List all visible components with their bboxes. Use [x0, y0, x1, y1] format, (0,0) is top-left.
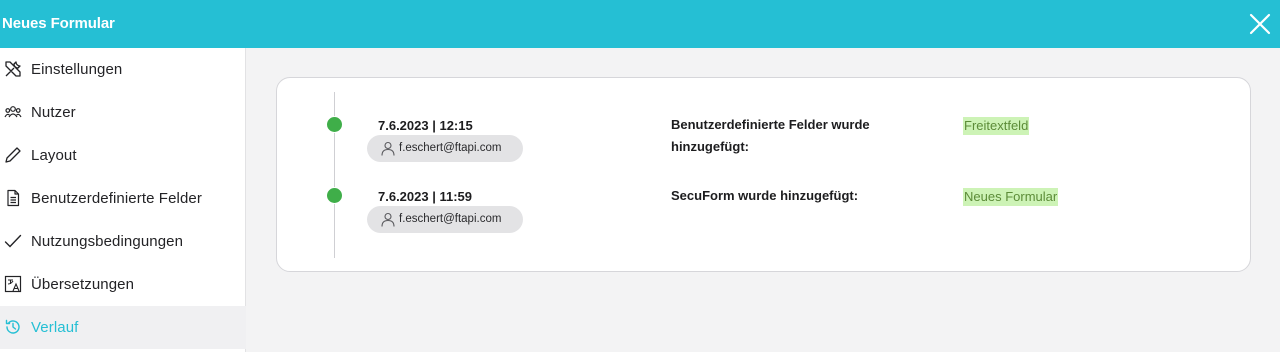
sidebar-item-label: Nutzer: [31, 104, 76, 121]
close-button[interactable]: [1246, 10, 1274, 38]
sidebar-item-layout[interactable]: Layout: [0, 134, 246, 177]
entry-action: Benutzerdefinierte Felder wurde hinzugef…: [671, 117, 870, 154]
sidebar-item-label: Übersetzungen: [31, 276, 135, 293]
sidebar-item-nutzer[interactable]: Nutzer: [0, 91, 246, 134]
checkmark-icon: [4, 234, 22, 248]
sidebar: Einstellungen Nutzer Layout Benutzerdefi…: [0, 48, 246, 352]
status-dot: [326, 187, 343, 204]
translate-icon: [4, 275, 22, 293]
document-icon: [7, 189, 20, 207]
sidebar-item-nutzungsbedingungen[interactable]: Nutzungsbedingungen: [0, 220, 246, 263]
user-icon: [381, 212, 395, 227]
users-icon: [4, 106, 22, 118]
user-badge: f.eschert@ftapi.com: [367, 206, 523, 233]
sidebar-item-uebersetzungen[interactable]: Übersetzungen: [0, 263, 246, 306]
sidebar-item-verlauf[interactable]: Verlauf: [0, 306, 246, 349]
sidebar-item-benutzerdefinierte-felder[interactable]: Benutzerdefinierte Felder: [0, 177, 246, 220]
sidebar-item-label: Layout: [31, 147, 77, 164]
pen-icon: [5, 147, 21, 163]
sidebar-item-label: Einstellungen: [31, 61, 123, 78]
sidebar-item-label: Benutzerdefinierte Felder: [31, 190, 202, 207]
page-title: Neues Formular: [2, 15, 115, 32]
entry-action: SecuForm wurde hinzugefügt:: [671, 188, 859, 203]
history-card: 7.6.2023 | 12:15 f.eschert@ftapi.com Ben…: [276, 77, 1251, 272]
sidebar-item-label: Nutzungsbedingungen: [31, 233, 184, 250]
entry-timestamp: 7.6.2023 | 11:59: [378, 189, 472, 204]
status-dot: [326, 116, 343, 133]
close-icon: [1249, 13, 1271, 35]
scrollbar[interactable]: [1271, 48, 1280, 352]
sidebar-item-einstellungen[interactable]: Einstellungen: [0, 48, 246, 91]
user-email: f.eschert@ftapi.com: [399, 213, 502, 225]
entry-value: Neues Formular: [963, 188, 1059, 206]
header-bar: Neues Formular: [0, 0, 1280, 48]
entry-value: Freitextfeld: [963, 117, 1030, 135]
tools-icon: [5, 61, 21, 77]
entry-timestamp: 7.6.2023 | 12:15: [378, 118, 473, 133]
user-badge: f.eschert@ftapi.com: [367, 135, 523, 162]
history-icon: [5, 319, 20, 334]
user-icon: [381, 141, 395, 156]
sidebar-item-label: Verlauf: [31, 319, 79, 336]
user-email: f.eschert@ftapi.com: [399, 142, 502, 154]
